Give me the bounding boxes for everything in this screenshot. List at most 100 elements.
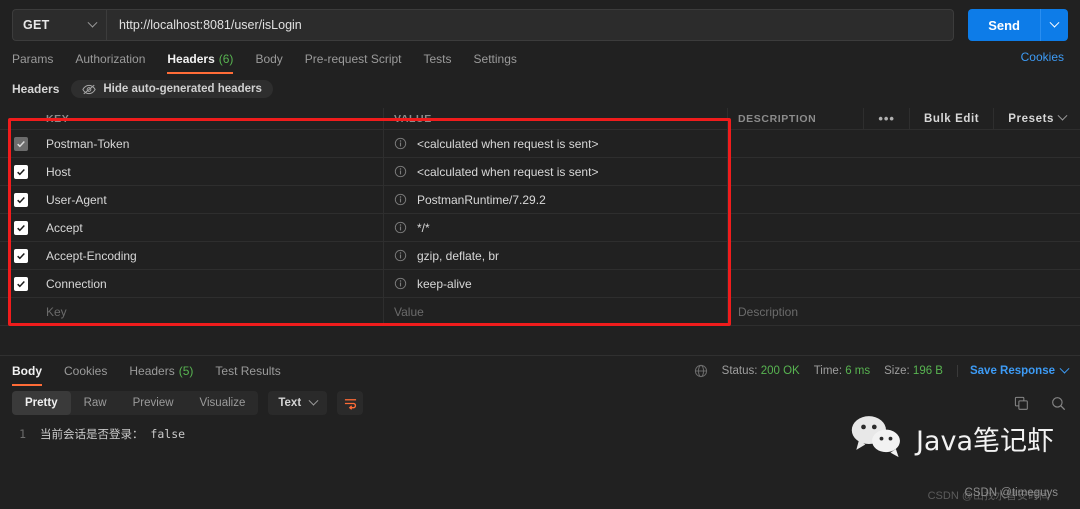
new-header-key-input[interactable]: Key <box>42 298 384 325</box>
row-checkbox[interactable] <box>14 192 28 207</box>
view-mode-pretty[interactable]: Pretty <box>12 391 71 415</box>
table-row[interactable]: Postman-Token <calculated when request i… <box>0 130 1080 158</box>
bulk-edit-label: Bulk Edit <box>923 112 980 125</box>
tab-label: Pre-request Script <box>304 52 402 66</box>
header-description-cell[interactable] <box>728 158 1080 185</box>
header-value-text: <calculated when request is sent> <box>417 136 599 151</box>
table-row[interactable]: User-Agent PostmanRuntime/7.29.2 <box>0 186 1080 214</box>
send-options-button[interactable] <box>1040 9 1068 41</box>
header-key-cell[interactable]: Postman-Token <box>42 130 384 157</box>
new-header-row[interactable]: Key Value Description <box>0 298 1080 326</box>
response-tab-cookies[interactable]: Cookies <box>64 356 107 386</box>
url-input[interactable]: http://localhost:8081/user/isLogin <box>106 9 955 41</box>
column-header-description-label: DESCRIPTION <box>738 112 817 125</box>
headers-subbar: Headers Hide auto-generated headers <box>0 76 1080 102</box>
header-key-cell[interactable]: Accept-Encoding <box>42 242 384 269</box>
postman-window: GET http://localhost:8081/user/isLogin S… <box>0 0 1080 509</box>
tab-label: Params <box>12 52 54 66</box>
row-checkbox[interactable] <box>14 248 28 263</box>
row-checkbox[interactable] <box>14 164 28 179</box>
ellipsis-icon: ••• <box>878 111 895 126</box>
chevron-down-icon <box>1049 17 1060 28</box>
more-options-button[interactable]: ••• <box>863 107 909 130</box>
header-key-text: Host <box>46 164 71 179</box>
header-description-cell[interactable] <box>728 214 1080 241</box>
header-key-text: Accept <box>46 220 83 235</box>
view-mode-visualize[interactable]: Visualize <box>187 391 259 415</box>
http-method-dropdown[interactable]: GET <box>12 9 106 41</box>
request-url-bar: GET http://localhost:8081/user/isLogin S… <box>0 0 1080 44</box>
header-value-cell[interactable]: */* <box>384 214 728 241</box>
header-key-cell[interactable]: Connection <box>42 270 384 297</box>
tab-pre-request-script[interactable]: Pre-request Script <box>305 44 402 74</box>
wechat-logo-icon <box>848 413 906 463</box>
header-description-cell[interactable] <box>728 186 1080 213</box>
header-value-cell[interactable]: gzip, deflate, br <box>384 242 728 269</box>
tab-settings[interactable]: Settings <box>474 44 517 74</box>
chevron-down-icon <box>1059 363 1070 374</box>
tab-params[interactable]: Params <box>12 44 53 74</box>
cookies-link[interactable]: Cookies <box>1021 50 1064 64</box>
row-checkbox[interactable] <box>14 276 28 291</box>
header-value-cell[interactable]: <calculated when request is sent> <box>384 158 728 185</box>
search-icon[interactable] <box>1051 396 1066 411</box>
hide-auto-generated-headers-label: Hide auto-generated headers <box>103 83 262 95</box>
save-response-button[interactable]: Save Response <box>956 363 1070 377</box>
view-mode-preview[interactable]: Preview <box>120 391 187 415</box>
chevron-down-icon <box>1057 110 1068 121</box>
row-checkbox[interactable] <box>14 220 28 235</box>
response-tab-body[interactable]: Body <box>12 356 42 386</box>
new-header-value-input[interactable]: Value <box>384 298 728 325</box>
info-icon <box>394 137 407 150</box>
header-value-cell[interactable]: <calculated when request is sent> <box>384 130 728 157</box>
header-value-text: */* <box>417 220 430 235</box>
view-mode-raw[interactable]: Raw <box>71 391 120 415</box>
response-tab-headers[interactable]: Headers (5) <box>129 356 193 386</box>
response-status-bar: Status: 200 OK Time: 6 ms Size: 196 B Sa… <box>694 356 1070 386</box>
tab-authorization[interactable]: Authorization <box>75 44 145 74</box>
watermark-brand: Java笔记虾 <box>915 425 1054 457</box>
globe-icon <box>694 364 708 378</box>
line-content: 当前会话是否登录： false <box>40 427 186 441</box>
header-key-cell[interactable]: User-Agent <box>42 186 384 213</box>
time-value: 6 ms <box>845 365 871 377</box>
header-key-cell[interactable]: Accept <box>42 214 384 241</box>
response-format-label: Text <box>278 397 302 409</box>
copy-icon[interactable] <box>1014 396 1029 411</box>
table-row[interactable]: Accept-Encoding gzip, deflate, br <box>0 242 1080 270</box>
send-button[interactable]: Send <box>968 9 1040 41</box>
header-description-cell[interactable] <box>728 130 1080 157</box>
chevron-down-icon <box>308 395 319 406</box>
presets-button[interactable]: Presets <box>993 107 1080 130</box>
word-wrap-button[interactable] <box>337 391 364 415</box>
header-description-cell[interactable] <box>728 242 1080 269</box>
response-tab-bar: Body Cookies Headers (5) Test Results St… <box>0 356 1080 386</box>
new-header-description-input[interactable]: Description <box>728 298 1080 325</box>
column-header-key: KEY <box>42 108 384 129</box>
watermark-credit: CSDN @timeguys <box>964 487 1058 499</box>
tab-label: Body <box>12 364 42 378</box>
response-format-dropdown[interactable]: Text <box>268 391 328 415</box>
hide-auto-generated-headers-button[interactable]: Hide auto-generated headers <box>71 80 273 98</box>
header-value-cell[interactable]: keep-alive <box>384 270 728 297</box>
header-key-text: Connection <box>46 276 107 291</box>
bulk-edit-button[interactable]: Bulk Edit <box>908 107 993 130</box>
tab-label: Test Results <box>215 364 281 378</box>
response-tab-test-results[interactable]: Test Results <box>215 356 280 386</box>
tab-headers[interactable]: Headers (6) <box>167 44 234 74</box>
headers-table-head: KEY VALUE DESCRIPTION ••• Bulk Edit Pres… <box>0 107 1080 130</box>
http-method-label: GET <box>23 18 50 32</box>
send-group: Send <box>968 9 1068 41</box>
column-header-value: VALUE <box>384 108 728 129</box>
table-row[interactable]: Accept */* <box>0 214 1080 242</box>
tab-tests[interactable]: Tests <box>424 44 452 74</box>
row-checkbox[interactable] <box>14 136 28 151</box>
table-row[interactable]: Host <calculated when request is sent> <box>0 158 1080 186</box>
header-description-cell[interactable] <box>728 270 1080 297</box>
tab-body[interactable]: Body <box>255 44 282 74</box>
row-checkbox-cell <box>0 220 42 235</box>
row-checkbox-cell <box>0 248 42 263</box>
table-row[interactable]: Connection keep-alive <box>0 270 1080 298</box>
header-value-cell[interactable]: PostmanRuntime/7.29.2 <box>384 186 728 213</box>
header-key-cell[interactable]: Host <box>42 158 384 185</box>
